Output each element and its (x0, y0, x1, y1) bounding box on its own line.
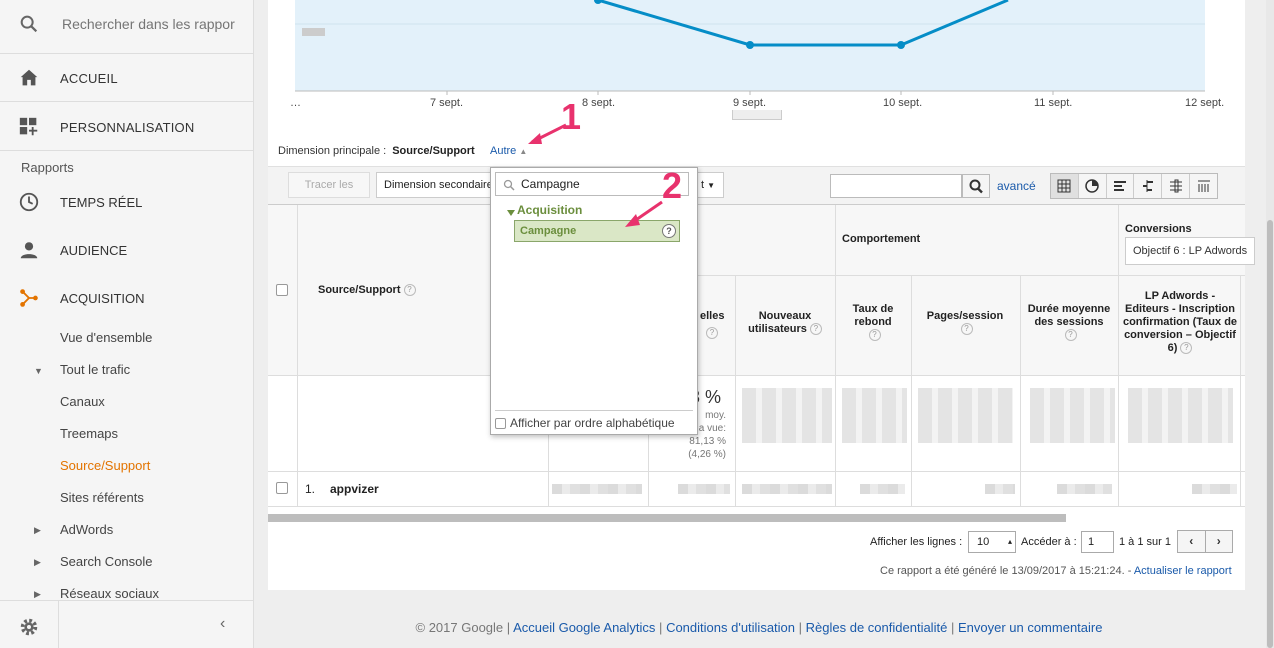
annotation-number-1: 1 (561, 96, 582, 137)
annotation-number-2: 2 (662, 165, 683, 206)
annotation-arrows (528, 123, 663, 227)
